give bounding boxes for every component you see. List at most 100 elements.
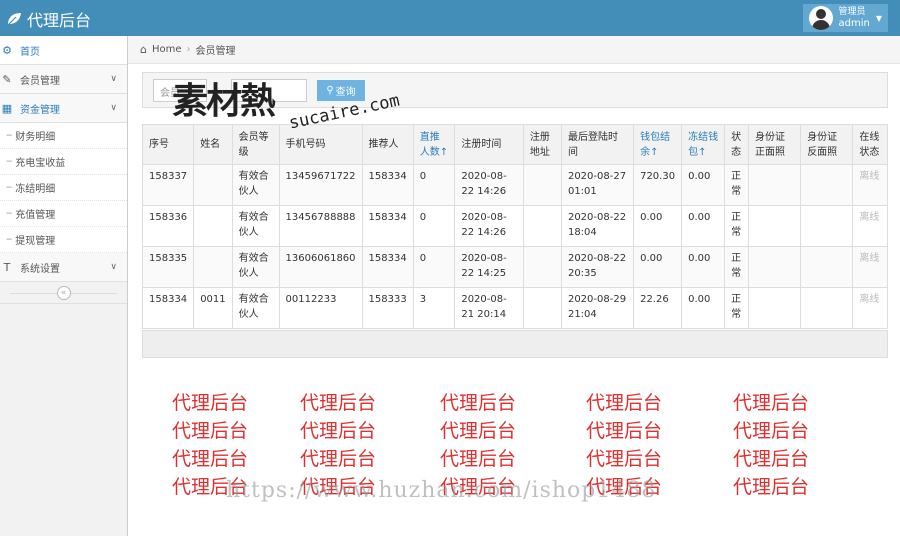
table-cell: 0011 (193, 287, 233, 329)
watermark-logo-cn: 素材熱 (172, 80, 276, 122)
table-cell: 158336 (141, 205, 195, 247)
col-header-online: 在线状态 (852, 124, 888, 165)
table-cell: 158334 (361, 246, 414, 288)
table-cell: 00112233 (278, 287, 363, 329)
submenu-item-powerbank-income[interactable]: -- 充电宝收益 (0, 149, 127, 175)
submenu-item-frozen-detail[interactable]: -- 冻结明细 (0, 175, 127, 201)
watermark-text: 代理后台 (300, 420, 377, 442)
table-cell: 2020-08-22 20:35 (560, 246, 635, 288)
col-header-direct-count[interactable]: 直推人数↑ (412, 124, 456, 165)
home-icon[interactable]: ⌂ (140, 43, 147, 56)
sidebar-item-funds[interactable]: ▦ 资金管理 ∨ (0, 94, 127, 123)
sidebar-collapse[interactable]: « (0, 282, 127, 304)
table-row: 158335 有效合伙人 13606061860 158334 0 2020-08-22 … (141, 246, 888, 288)
chevron-down-icon: ∨ (110, 103, 117, 113)
submenu-label: 充电宝收益 (15, 158, 66, 169)
table-cell: 158334 (141, 287, 195, 329)
table-cell: 2020-08-21 20:14 (454, 287, 524, 329)
watermark-text: 代理后台 (733, 476, 810, 498)
table-cell: 2020-08-27 01:01 (560, 164, 635, 206)
watermark-row: 代理后台 代理后台 代理后台 代理后台 代理后台 (172, 388, 872, 416)
table-cell: 正常 (724, 246, 749, 288)
calendar-icon: ▦ (1, 101, 13, 115)
watermark-url: https://www.huzhan.com/ishop1488 (226, 478, 657, 503)
table-cell: 有效合伙人 (231, 164, 280, 206)
watermark-text: 代理后台 (733, 448, 810, 470)
sidebar-item-label: 系统设置 (20, 263, 60, 275)
table-cell: 0 (412, 246, 456, 288)
breadcrumb-home[interactable]: Home (152, 44, 182, 55)
table-cell: 158334 (361, 205, 414, 247)
table-cell: 有效合伙人 (231, 246, 280, 288)
watermark-logo-en: sucaire.com (287, 90, 402, 134)
table-cell: 正常 (724, 205, 749, 247)
submenu-item-finance-detail[interactable]: -- 财务明细 (0, 123, 127, 149)
sidebar-item-members[interactable]: ✎ 会员管理 ∨ (0, 65, 127, 94)
table-cell: 0.00 (681, 205, 726, 247)
avatar (808, 6, 833, 30)
col-header-id-back: 身份证反面照 (800, 124, 854, 165)
table-cell: 2020-08-22 14:26 (454, 205, 524, 247)
table-cell: 有效合伙人 (231, 205, 280, 247)
watermark-text: 代理后台 (586, 392, 663, 414)
table-cell: 正常 (724, 164, 749, 206)
submenu-item-withdraw[interactable]: -- 提现管理 (0, 227, 127, 253)
chevron-down-icon: ∨ (110, 262, 117, 272)
text-icon: T (3, 260, 11, 274)
table-row: 158334 0011 有效合伙人 00112233 158333 3 2020-08-21… (141, 287, 888, 329)
table-cell (800, 164, 854, 206)
table-cell (747, 164, 802, 206)
sidebar-item-home[interactable]: ⚙ 首页 (0, 36, 127, 65)
double-chevron-left-icon[interactable]: « (56, 285, 71, 300)
watermark-text: 代理后台 (300, 448, 377, 470)
watermark-text: 代理后台 (172, 420, 249, 442)
sidebar-item-label: 首页 (20, 46, 40, 58)
sidebar-item-settings[interactable]: T 系统设置 ∨ (0, 253, 127, 282)
table-cell: 158337 (141, 164, 195, 206)
sidebar: ⚙ 首页 ✎ 会员管理 ∨ ▦ 资金管理 ∨ -- 财务明细 -- 充电宝收益 --… (0, 36, 128, 536)
table-cell: 2020-08-29 21:04 (560, 287, 635, 329)
table-cell: 离线 (852, 246, 888, 288)
col-header-frozen-wallet[interactable]: 冻结钱包↑ (681, 124, 726, 165)
table-cell (800, 287, 854, 329)
user-menu[interactable]: 管理员 admin ▼ (802, 4, 888, 32)
table-cell: 13459671722 (278, 164, 363, 206)
app-title: 代理后台 (27, 11, 92, 30)
watermark-text: 代理后台 (440, 448, 517, 470)
table-footer (142, 330, 888, 358)
table-cell (193, 246, 233, 288)
col-header-wallet-balance[interactable]: 钱包结余↑ (633, 124, 683, 165)
user-name: admin (838, 18, 870, 29)
col-header-register-address: 注册地址 (522, 124, 562, 165)
table-cell: 离线 (852, 287, 888, 329)
table-cell: 158333 (361, 287, 414, 329)
dashboard-icon: ⚙ (2, 43, 12, 57)
chevron-down-icon: ∨ (110, 74, 117, 84)
breadcrumb-separator: › (186, 44, 191, 55)
col-header-register-time: 注册时间 (454, 124, 524, 165)
table-cell: 0.00 (681, 246, 726, 288)
watermark-text: 代理后台 (172, 448, 249, 470)
sidebar-item-label: 会员管理 (20, 75, 60, 87)
submenu-label: 充值管理 (15, 210, 56, 221)
table-row: 158336 有效合伙人 13456788888 158334 0 2020-08-22 … (141, 205, 888, 247)
table-cell: 22.26 (633, 287, 683, 329)
table-cell: 0 (412, 205, 456, 247)
table-cell: 离线 (852, 205, 888, 247)
table-cell: 2020-08-22 18:04 (560, 205, 635, 247)
user-role: 管理员 (838, 7, 866, 17)
table-cell: 0.00 (633, 246, 683, 288)
table-cell: 0 (412, 164, 456, 206)
watermark-row: 代理后台 代理后台 代理后台 代理后台 代理后台 (172, 444, 872, 472)
table-cell: 离线 (852, 164, 888, 206)
brand[interactable]: 代理后台 (6, 7, 91, 31)
watermark-row: 代理后台 代理后台 代理后台 代理后台 代理后台 (172, 416, 872, 444)
table-cell (522, 246, 562, 288)
table-cell: 13606061860 (278, 246, 363, 288)
top-navbar: 代理后台 管理员 admin ▼ (0, 0, 900, 36)
table-cell (522, 205, 562, 247)
col-header-id-front: 身份证正面照 (747, 124, 802, 165)
submenu-item-recharge[interactable]: -- 充值管理 (0, 201, 127, 227)
table-cell (800, 205, 854, 247)
breadcrumb-current: 会员管理 (195, 46, 236, 57)
